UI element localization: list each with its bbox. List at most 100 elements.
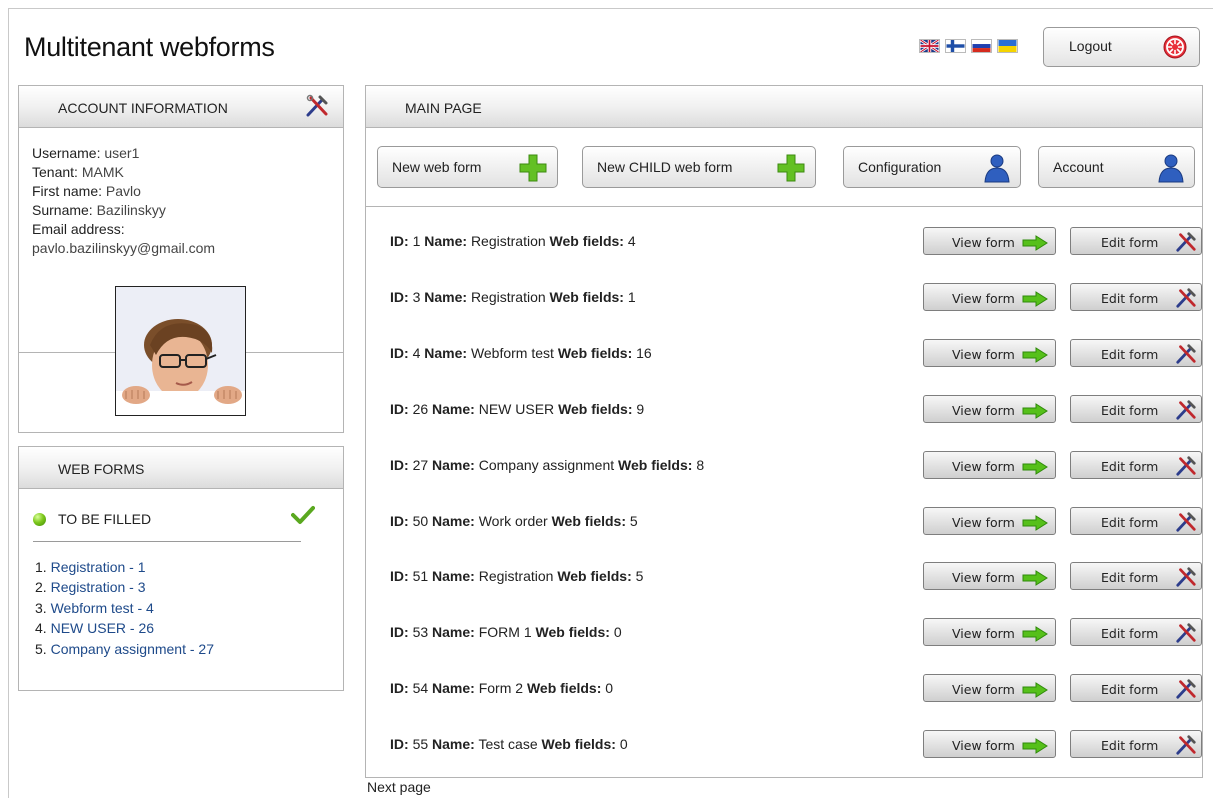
avatar-image <box>116 287 245 415</box>
list-item-number: 4. <box>35 620 47 637</box>
edit-form-button[interactable]: Edit form <box>1070 338 1202 367</box>
list-item-number: 2. <box>35 579 47 596</box>
account-button[interactable]: Account <box>1038 146 1195 188</box>
main-page-title: MAIN PAGE <box>405 100 482 116</box>
form-name: FORM 1 <box>478 624 532 641</box>
view-form-button[interactable]: View form <box>923 227 1056 255</box>
list-item: 5. Company assignment - 27 <box>35 639 214 659</box>
edit-form-label: Edit form <box>1101 346 1159 362</box>
form-row: ID: 53 Name: FORM 1 Web fields: 0 View f… <box>366 618 1202 648</box>
edit-form-button[interactable]: Edit form <box>1070 562 1202 591</box>
view-form-label: View form <box>952 290 1015 306</box>
id-label: ID: <box>390 568 409 585</box>
form-link[interactable]: Registration - 1 <box>51 559 146 575</box>
view-form-button[interactable]: View form <box>923 394 1056 423</box>
form-link[interactable]: NEW USER - 26 <box>51 620 154 636</box>
configuration-label: Configuration <box>858 159 942 175</box>
name-label: Name: <box>432 456 475 473</box>
view-form-label: View form <box>952 458 1015 474</box>
edit-form-button[interactable]: Edit form <box>1070 282 1202 311</box>
edit-form-button[interactable]: Edit form <box>1070 674 1202 703</box>
name-label: Name: <box>424 233 468 249</box>
russian-flag-icon[interactable] <box>971 39 992 53</box>
tools-icon <box>1176 511 1196 532</box>
web-fields-label: Web fields: <box>535 624 610 641</box>
logout-button[interactable]: Logout <box>1043 27 1200 67</box>
form-name: Form 2 <box>478 680 524 697</box>
form-link[interactable]: Registration - 3 <box>51 579 146 595</box>
id-label: ID: <box>390 680 409 697</box>
form-fields: 16 <box>636 344 652 361</box>
account-label: Account <box>1053 159 1104 175</box>
form-info: ID: 54 Name: Form 2 Web fields: 0 <box>390 680 613 696</box>
edit-form-button[interactable]: Edit form <box>1070 394 1202 423</box>
edit-form-button[interactable]: Edit form <box>1070 227 1202 255</box>
username-label: Username: <box>32 145 101 161</box>
edit-form-button[interactable]: Edit form <box>1070 618 1202 647</box>
web-fields-label: Web fields: <box>541 736 616 753</box>
arrow-right-icon <box>1022 402 1048 419</box>
view-form-button[interactable]: View form <box>923 282 1056 311</box>
web-fields-label: Web fields: <box>549 288 624 305</box>
view-form-button[interactable]: View form <box>923 450 1056 479</box>
to-be-filled-list: 1. Registration - 1 2. Registration - 3 … <box>35 557 214 659</box>
finnish-flag-icon[interactable] <box>945 39 966 53</box>
view-form-button[interactable]: View form <box>923 562 1056 591</box>
surname-label: Surname: <box>32 202 93 218</box>
form-fields: 5 <box>629 512 638 529</box>
arrow-right-icon <box>1022 514 1048 531</box>
edit-form-button[interactable]: Edit form <box>1070 730 1202 759</box>
name-label: Name: <box>432 624 475 641</box>
web-forms-panel: WEB FORMS TO BE FILLED 1. Registration -… <box>18 446 344 691</box>
english-flag-icon[interactable] <box>919 39 940 53</box>
name-label: Name: <box>432 512 475 529</box>
form-id: 1 <box>412 233 421 249</box>
main-page-panel: MAIN PAGE New web form New CHILD web for… <box>365 85 1203 778</box>
new-web-form-label: New web form <box>392 159 482 175</box>
app-title: Multitenant webforms <box>24 32 275 62</box>
list-item: 3. Webform test - 4 <box>35 598 214 618</box>
view-form-button[interactable]: View form <box>923 730 1056 759</box>
form-info: ID: 53 Name: FORM 1 Web fields: 0 <box>390 624 622 640</box>
edit-form-button[interactable]: Edit form <box>1070 450 1202 479</box>
tools-icon <box>1176 400 1196 420</box>
power-off-icon <box>1163 35 1187 59</box>
web-fields-label: Web fields: <box>558 400 633 417</box>
form-info: ID: 3 Name: Registration Web fields: 1 <box>390 289 636 305</box>
new-web-form-button[interactable]: New web form <box>377 146 558 188</box>
name-label: Name: <box>424 288 468 305</box>
email-value: pavlo.bazilinskyy@gmail.com <box>32 240 216 256</box>
view-form-button[interactable]: View form <box>923 618 1056 647</box>
first-name-row: First name: Pavlo <box>32 182 215 201</box>
tools-icon <box>1176 567 1196 588</box>
next-page-link[interactable]: Next page <box>367 779 431 795</box>
new-child-web-form-button[interactable]: New CHILD web form <box>582 146 816 188</box>
plus-icon <box>777 154 805 182</box>
view-form-label: View form <box>952 570 1015 586</box>
tools-icon[interactable] <box>305 94 329 118</box>
arrow-right-icon <box>1022 346 1048 363</box>
form-link[interactable]: Company assignment - 27 <box>51 641 214 657</box>
view-form-button[interactable]: View form <box>923 674 1056 703</box>
web-fields-label: Web fields: <box>526 680 602 697</box>
configuration-button[interactable]: Configuration <box>843 146 1021 188</box>
form-info: ID: 51 Name: Registration Web fields: 5 <box>390 568 643 584</box>
name-label: Name: <box>432 400 475 417</box>
id-label: ID: <box>390 233 409 249</box>
edit-form-label: Edit form <box>1101 514 1159 530</box>
first-name-label: First name: <box>32 183 103 199</box>
view-form-button[interactable]: View form <box>923 506 1056 535</box>
ukrainian-flag-icon[interactable] <box>997 39 1018 53</box>
view-form-button[interactable]: View form <box>923 338 1056 367</box>
tenant-value: MAMK <box>81 164 124 180</box>
id-label: ID: <box>390 456 409 473</box>
edit-form-label: Edit form <box>1101 402 1159 418</box>
edit-form-button[interactable]: Edit form <box>1070 506 1202 535</box>
new-child-web-form-label: New CHILD web form <box>597 159 733 175</box>
form-fields: 1 <box>627 288 636 305</box>
first-name-value: Pavlo <box>105 183 141 199</box>
list-item-number: 1. <box>35 559 47 575</box>
arrow-right-icon <box>1022 626 1048 643</box>
form-row: ID: 4 Name: Webform test Web fields: 16 … <box>366 338 1202 369</box>
form-link[interactable]: Webform test - 4 <box>51 600 154 616</box>
